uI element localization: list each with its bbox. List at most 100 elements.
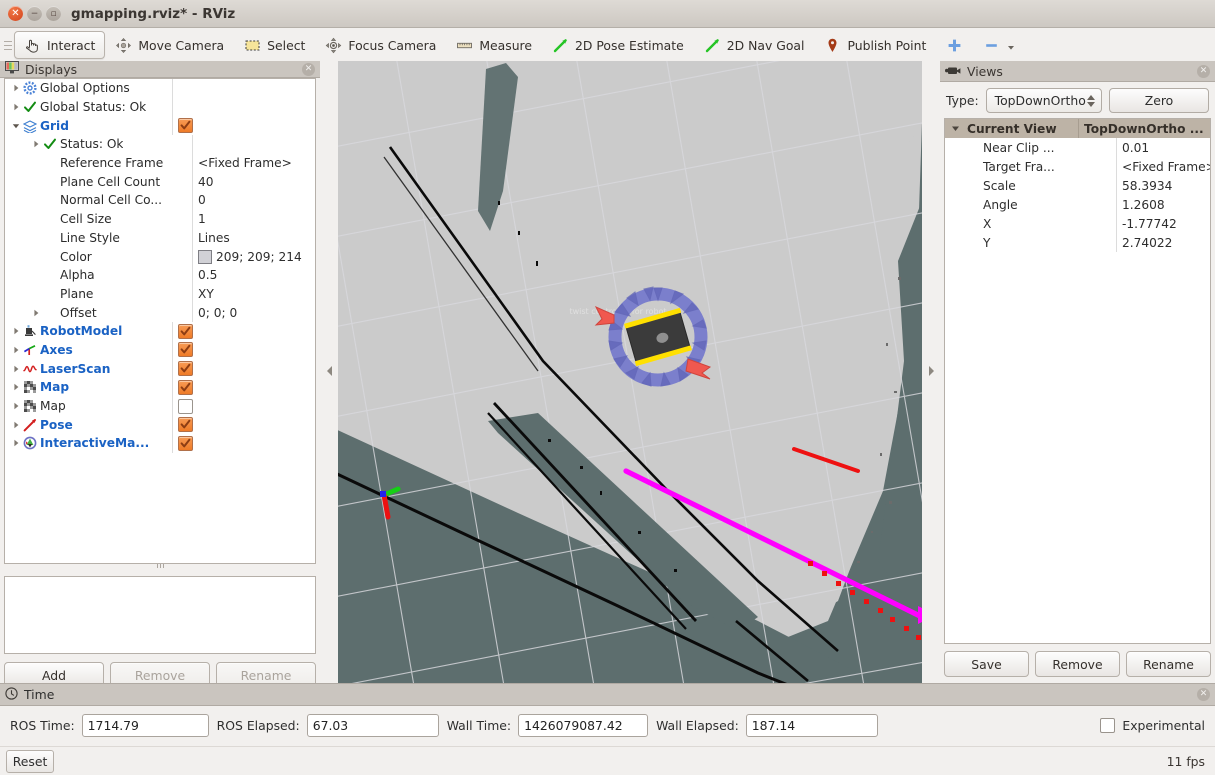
display-tree-row[interactable]: Axes xyxy=(5,341,315,360)
left-splitter[interactable] xyxy=(320,61,338,683)
expand-current-view-icon[interactable] xyxy=(945,124,965,133)
right-splitter[interactable] xyxy=(922,61,940,683)
display-enabled-checkbox[interactable] xyxy=(178,342,193,357)
display-tree-row[interactable]: Global Status: Ok xyxy=(5,98,315,117)
display-tree-row[interactable]: Map xyxy=(5,397,315,416)
view-property-value[interactable]: 58.3934 xyxy=(1117,176,1210,195)
display-row-value[interactable] xyxy=(173,79,315,98)
display-row-value[interactable] xyxy=(173,116,315,135)
tool-add[interactable] xyxy=(936,31,973,59)
display-tree-row[interactable]: Line StyleLines xyxy=(5,229,315,248)
display-row-value[interactable]: 0; 0; 0 xyxy=(193,303,315,322)
close-views-panel-icon[interactable]: ✕ xyxy=(1197,65,1210,78)
view-property-value[interactable]: -1.77742 xyxy=(1117,214,1210,233)
tool-move-camera[interactable]: Move Camera xyxy=(105,31,234,59)
close-displays-panel-icon[interactable]: ✕ xyxy=(302,63,315,76)
chevron-right-icon[interactable] xyxy=(9,346,22,354)
tool-interact[interactable]: Interact xyxy=(14,31,105,59)
chevron-down-icon[interactable] xyxy=(9,122,22,130)
tool-measure[interactable]: Measure xyxy=(446,31,542,59)
display-tree-row[interactable]: InteractiveMa... xyxy=(5,434,315,453)
display-tree-row[interactable]: RobotModel xyxy=(5,322,315,341)
close-window-button[interactable]: ✕ xyxy=(8,6,23,21)
display-enabled-checkbox[interactable] xyxy=(178,324,193,339)
view-property-value[interactable]: 1.2608 xyxy=(1117,195,1210,214)
save-view-button[interactable]: Save xyxy=(944,651,1029,677)
chevron-right-icon[interactable] xyxy=(9,439,22,447)
view-property-row[interactable]: Scale58.3934 xyxy=(945,176,1210,195)
display-tree-row[interactable]: Status: Ok xyxy=(5,135,315,154)
display-row-value[interactable] xyxy=(173,378,315,397)
color-swatch[interactable] xyxy=(198,250,212,264)
close-time-panel-icon[interactable]: ✕ xyxy=(1197,688,1210,701)
display-tree-row[interactable]: Color209; 209; 214 xyxy=(5,247,315,266)
rename-view-button[interactable]: Rename xyxy=(1126,651,1211,677)
displays-tree[interactable]: Global OptionsGlobal Status: OkGridStatu… xyxy=(4,78,316,564)
view-property-row[interactable]: Target Fra...<Fixed Frame> xyxy=(945,157,1210,176)
display-row-value[interactable]: <Fixed Frame> xyxy=(193,154,315,173)
reset-button[interactable]: Reset xyxy=(6,750,54,773)
chevron-right-icon[interactable] xyxy=(9,84,22,92)
chevron-right-icon[interactable] xyxy=(9,421,22,429)
display-tree-row[interactable]: Reference Frame<Fixed Frame> xyxy=(5,154,315,173)
view-property-row[interactable]: Angle1.2608 xyxy=(945,195,1210,214)
display-row-value[interactable]: XY xyxy=(193,285,315,304)
ros-elapsed-input[interactable]: 67.03 xyxy=(307,714,439,737)
display-tree-row[interactable]: Global Options xyxy=(5,79,315,98)
displays-splitter-handle[interactable] xyxy=(0,564,320,568)
display-tree-row[interactable]: Offset0; 0; 0 xyxy=(5,303,315,322)
remove-view-button[interactable]: Remove xyxy=(1035,651,1120,677)
wall-time-input[interactable]: 1426079087.42 xyxy=(518,714,648,737)
collapse-right-icon[interactable] xyxy=(927,364,936,381)
wall-elapsed-input[interactable]: 187.14 xyxy=(746,714,878,737)
display-row-value[interactable] xyxy=(173,98,315,117)
view-property-value[interactable]: <Fixed Frame> xyxy=(1117,157,1211,176)
maximize-window-button[interactable]: ▫ xyxy=(46,6,61,21)
display-tree-row[interactable]: Grid xyxy=(5,116,315,135)
ros-time-input[interactable]: 1714.79 xyxy=(82,714,209,737)
chevron-right-icon[interactable] xyxy=(29,140,42,148)
chevron-right-icon[interactable] xyxy=(9,365,22,373)
display-row-value[interactable] xyxy=(173,434,315,453)
toolbar-grip[interactable] xyxy=(4,35,12,55)
display-tree-row[interactable]: Normal Cell Co...0 xyxy=(5,191,315,210)
view-property-value[interactable]: 2.74022 xyxy=(1117,233,1210,252)
zero-view-button[interactable]: Zero xyxy=(1109,88,1209,113)
view-property-value[interactable]: 0.01 xyxy=(1117,138,1210,157)
chevron-right-icon[interactable] xyxy=(9,103,22,111)
display-tree-row[interactable]: LaserScan xyxy=(5,359,315,378)
collapse-left-icon[interactable] xyxy=(325,364,334,381)
view-type-select[interactable]: TopDownOrtho xyxy=(986,88,1102,113)
display-enabled-checkbox[interactable] xyxy=(178,118,193,133)
tool-2d-pose-estimate[interactable]: 2D Pose Estimate xyxy=(542,31,694,59)
overflow-chevron-icon[interactable] xyxy=(1006,37,1016,54)
chevron-right-icon[interactable] xyxy=(9,383,22,391)
display-row-value[interactable]: 0.5 xyxy=(193,266,315,285)
display-enabled-checkbox[interactable] xyxy=(178,361,193,376)
minimize-window-button[interactable]: − xyxy=(27,6,42,21)
render-viewport[interactable]: twist controller for robot xyxy=(338,61,922,683)
display-tree-row[interactable]: Alpha0.5 xyxy=(5,266,315,285)
display-enabled-checkbox[interactable] xyxy=(178,399,193,414)
display-tree-row[interactable]: Map xyxy=(5,378,315,397)
display-tree-row[interactable]: Cell Size1 xyxy=(5,210,315,229)
tool-2d-nav-goal[interactable]: 2D Nav Goal xyxy=(694,31,815,59)
tool-select[interactable]: Select xyxy=(234,31,315,59)
view-type-spinner-icon[interactable] xyxy=(1087,95,1097,107)
display-enabled-checkbox[interactable] xyxy=(178,380,193,395)
display-row-value[interactable] xyxy=(173,415,315,434)
display-tree-row[interactable]: Pose xyxy=(5,415,315,434)
tool-remove[interactable] xyxy=(973,31,1026,59)
chevron-right-icon[interactable] xyxy=(29,309,42,317)
display-row-value[interactable] xyxy=(173,341,315,360)
tool-focus-camera[interactable]: Focus Camera xyxy=(315,31,446,59)
experimental-checkbox[interactable] xyxy=(1100,718,1115,733)
display-tree-row[interactable]: PlaneXY xyxy=(5,285,315,304)
display-row-value[interactable] xyxy=(173,322,315,341)
display-row-value[interactable]: 1 xyxy=(193,210,315,229)
display-row-value[interactable]: 209; 209; 214 xyxy=(193,247,315,266)
view-property-row[interactable]: X-1.77742 xyxy=(945,214,1210,233)
display-row-value[interactable] xyxy=(173,359,315,378)
display-tree-row[interactable]: Plane Cell Count40 xyxy=(5,172,315,191)
display-row-value[interactable]: Lines xyxy=(193,229,315,248)
